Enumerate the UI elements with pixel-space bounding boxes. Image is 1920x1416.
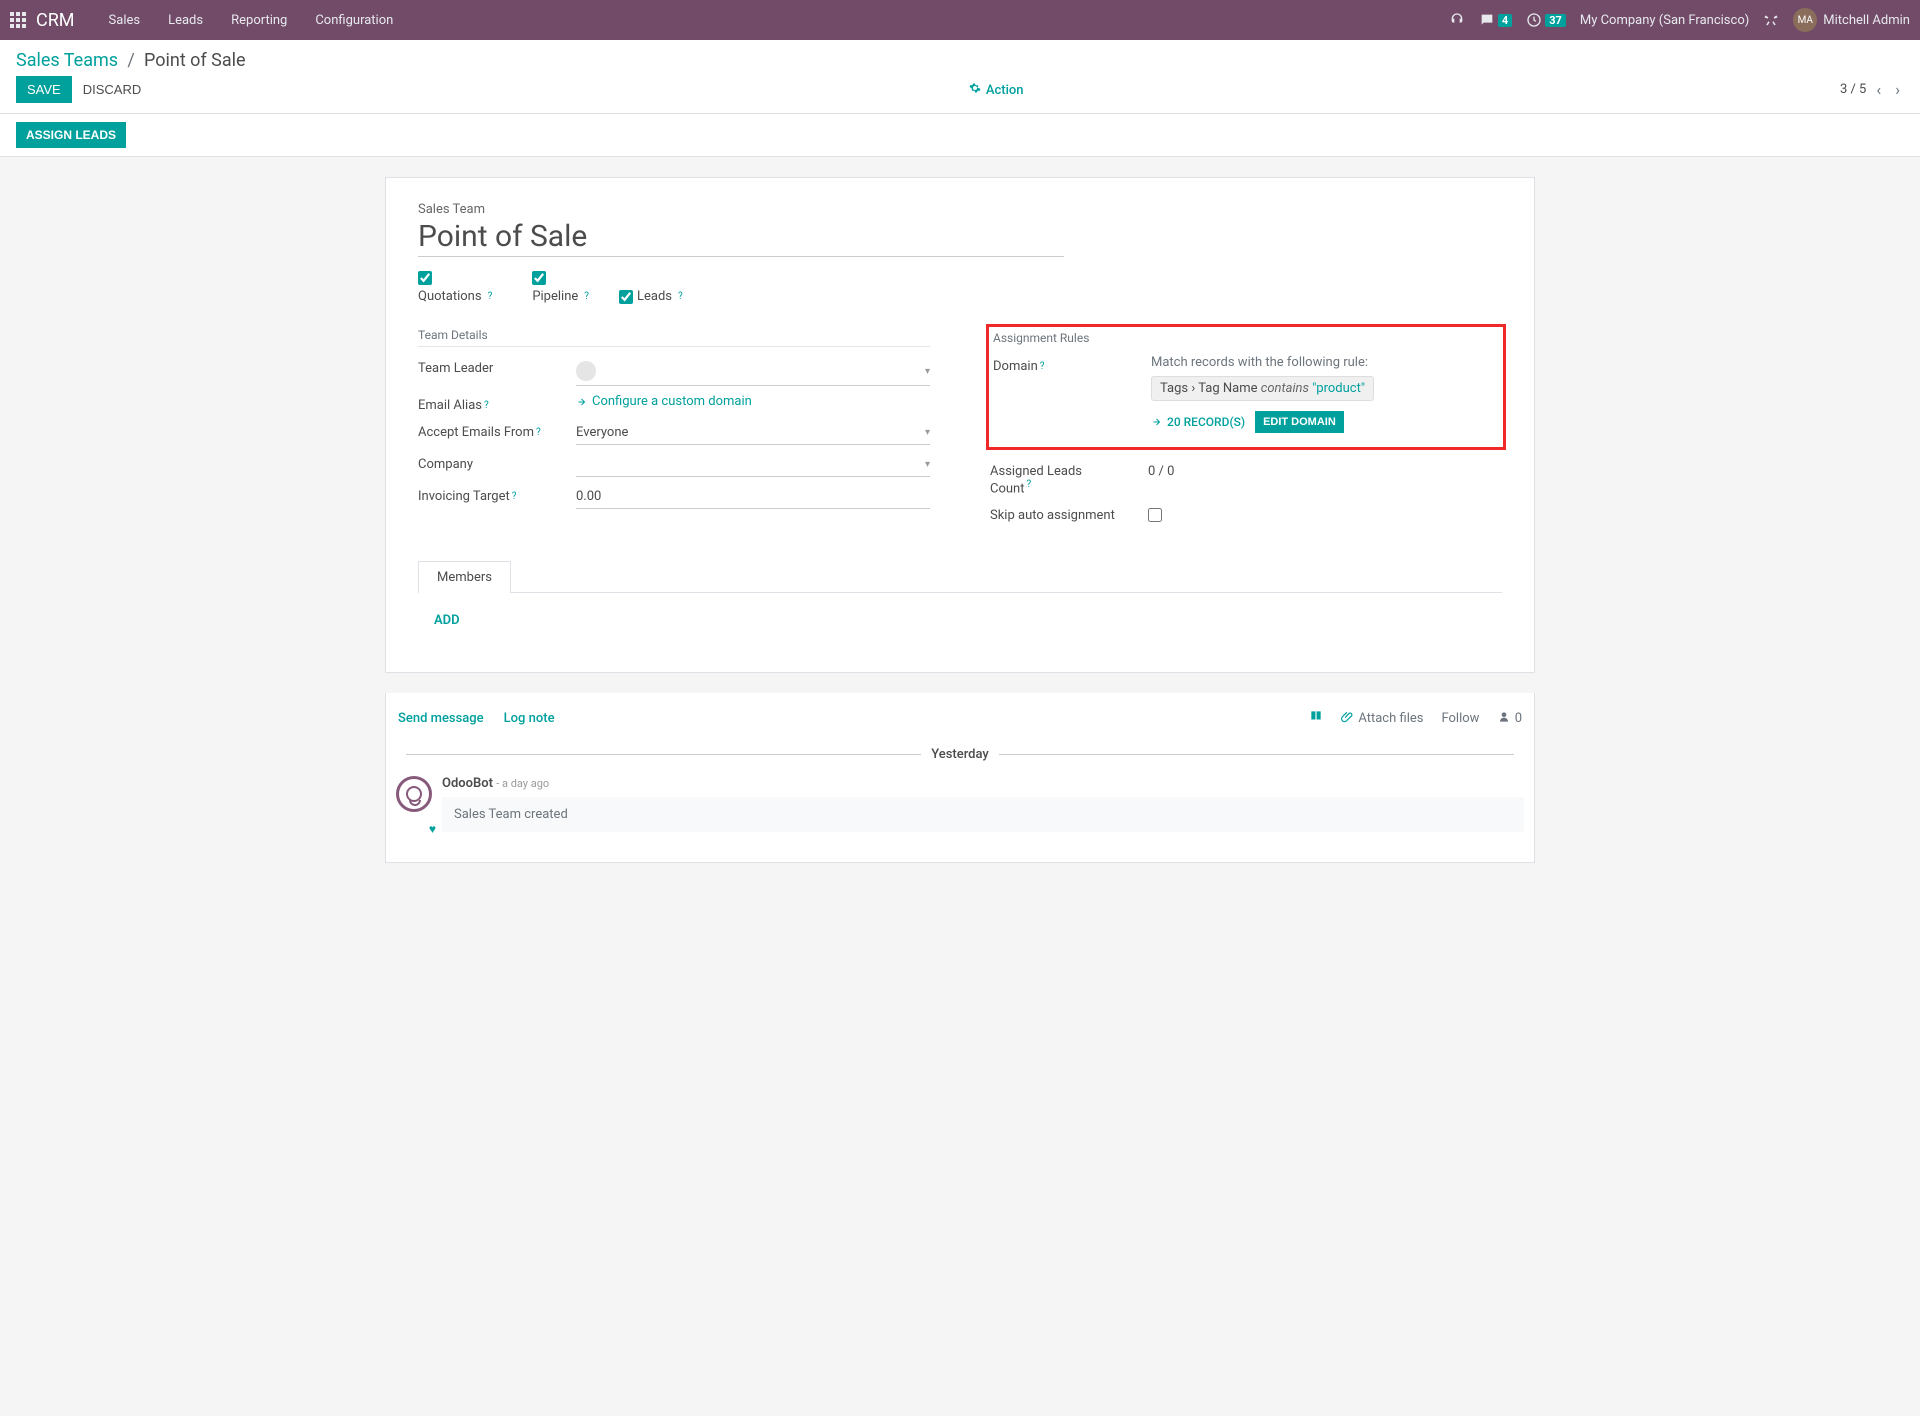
- discard-button[interactable]: Discard: [72, 76, 153, 103]
- breadcrumb-parent[interactable]: Sales Teams: [16, 50, 118, 71]
- team-details-title: Team Details: [418, 328, 930, 347]
- pager-text: 3 / 5: [1840, 82, 1866, 97]
- help-icon[interactable]: ?: [584, 291, 589, 302]
- user-name: Mitchell Admin: [1823, 13, 1910, 28]
- message-time: - a day ago: [496, 777, 549, 790]
- chatter: Send message Log note Attach files Follo…: [385, 693, 1535, 863]
- domain-value: "product": [1312, 381, 1365, 396]
- team-leader-label: Team Leader: [418, 361, 493, 376]
- help-icon[interactable]: ?: [484, 400, 489, 411]
- avatar-placeholder: [576, 361, 596, 381]
- title-label: Sales Team: [418, 202, 1502, 217]
- skip-auto-checkbox[interactable]: [1148, 508, 1162, 522]
- nav-configuration[interactable]: Configuration: [301, 3, 407, 38]
- nav-sales[interactable]: Sales: [95, 3, 155, 38]
- nav-menu: Sales Leads Reporting Configuration: [95, 3, 408, 38]
- top-navbar: CRM Sales Leads Reporting Configuration …: [0, 0, 1920, 40]
- action-dropdown[interactable]: Action: [969, 83, 1024, 98]
- leads-label: Leads: [637, 289, 672, 304]
- domain-operator: contains: [1261, 381, 1309, 396]
- tabs: Members ADD: [418, 560, 1502, 648]
- control-bar: Sales Teams / Point of Sale Save Discard…: [0, 40, 1920, 114]
- attach-files-button[interactable]: Attach files: [1341, 710, 1423, 726]
- invoicing-target-input[interactable]: [576, 485, 930, 509]
- company-label: Company: [418, 457, 473, 472]
- breadcrumb: Sales Teams / Point of Sale: [16, 50, 246, 71]
- pager: 3 / 5 ‹ ›: [1840, 80, 1904, 99]
- add-member-button[interactable]: ADD: [434, 613, 460, 628]
- nav-leads[interactable]: Leads: [154, 3, 217, 38]
- messages-icon[interactable]: 4: [1479, 12, 1512, 28]
- book-icon[interactable]: [1309, 709, 1323, 727]
- help-icon[interactable]: ?: [1026, 479, 1031, 490]
- help-icon[interactable]: ?: [488, 291, 493, 302]
- bot-avatar-icon: [396, 776, 432, 812]
- assign-leads-button[interactable]: Assign Leads: [16, 122, 126, 148]
- domain-rule-chip: Tags › Tag Name contains "product": [1151, 376, 1374, 401]
- records-count-link[interactable]: 20 RECORD(S): [1151, 415, 1245, 429]
- team-leader-select[interactable]: ▾: [576, 357, 930, 386]
- activities-icon[interactable]: 37: [1526, 12, 1566, 28]
- domain-label: Domain: [993, 359, 1038, 374]
- save-button[interactable]: Save: [16, 76, 72, 103]
- pipeline-checkbox[interactable]: [532, 271, 546, 285]
- send-message-button[interactable]: Send message: [398, 711, 484, 726]
- messages-badge: 4: [1498, 14, 1512, 27]
- status-bar: Assign Leads: [0, 114, 1920, 157]
- pager-prev-icon[interactable]: ‹: [1872, 80, 1885, 99]
- tab-members[interactable]: Members: [418, 561, 511, 593]
- sales-team-name-input[interactable]: [418, 217, 1064, 257]
- follow-button[interactable]: Follow: [1441, 711, 1479, 726]
- breadcrumb-sep: /: [127, 50, 134, 71]
- email-alias-label: Email Alias: [418, 398, 482, 413]
- chatter-date-separator: Yesterday: [931, 747, 989, 762]
- activities-badge: 37: [1545, 14, 1566, 27]
- highlight-box: Assignment Rules Domain? Match records w…: [986, 324, 1506, 450]
- brand-title[interactable]: CRM: [36, 10, 75, 31]
- domain-match-text: Match records with the following rule:: [1151, 355, 1499, 370]
- pipeline-label: Pipeline: [532, 289, 578, 304]
- company-select[interactable]: ▾: [576, 453, 930, 477]
- help-icon[interactable]: ?: [1040, 361, 1045, 372]
- followers-count[interactable]: 0: [1497, 710, 1522, 726]
- quotations-label: Quotations: [418, 289, 482, 304]
- chatter-message: ♥ OdooBot - a day ago Sales Team created: [396, 776, 1524, 832]
- skip-auto-label: Skip auto assignment: [990, 508, 1115, 523]
- help-icon[interactable]: ?: [512, 491, 517, 502]
- apps-icon[interactable]: [10, 12, 26, 28]
- help-icon[interactable]: ?: [536, 427, 541, 438]
- heart-icon: ♥: [429, 822, 436, 836]
- assigned-leads-label-1: Assigned Leads: [990, 464, 1082, 479]
- domain-path: Tags › Tag Name: [1160, 381, 1258, 396]
- pager-next-icon[interactable]: ›: [1891, 80, 1904, 99]
- log-note-button[interactable]: Log note: [504, 711, 555, 726]
- team-details-group: Team Details Team Leader ▾ Email Alias?: [418, 328, 930, 530]
- message-content: Sales Team created: [442, 797, 1524, 832]
- caret-down-icon: ▾: [925, 366, 930, 377]
- debug-icon[interactable]: [1763, 12, 1779, 28]
- message-author: OdooBot: [442, 776, 493, 791]
- accept-emails-label: Accept Emails From: [418, 425, 534, 440]
- user-menu[interactable]: MA Mitchell Admin: [1793, 8, 1910, 32]
- nav-reporting[interactable]: Reporting: [217, 3, 301, 38]
- quotations-checkbox[interactable]: [418, 271, 432, 285]
- assigned-leads-value: 0 / 0: [1148, 464, 1174, 479]
- support-icon[interactable]: [1449, 12, 1465, 28]
- caret-down-icon: ▾: [925, 427, 930, 438]
- edit-domain-button[interactable]: EDIT DOMAIN: [1255, 411, 1344, 433]
- leads-checkbox[interactable]: [619, 290, 633, 304]
- assignment-rules-title: Assignment Rules: [993, 331, 1499, 349]
- help-icon[interactable]: ?: [678, 291, 683, 302]
- user-avatar: MA: [1793, 8, 1817, 32]
- configure-domain-link[interactable]: Configure a custom domain: [576, 394, 930, 409]
- accept-emails-value: Everyone: [576, 425, 628, 440]
- form-sheet: Sales Team Quotations? Pipeline? Leads?: [385, 177, 1535, 673]
- accept-emails-select[interactable]: Everyone ▾: [576, 421, 930, 445]
- caret-down-icon: ▾: [925, 459, 930, 470]
- invoicing-target-label: Invoicing Target: [418, 489, 510, 504]
- breadcrumb-current: Point of Sale: [144, 50, 246, 71]
- assigned-leads-label-2: Count: [990, 481, 1024, 496]
- assignment-rules-group: Assignment Rules Domain? Match records w…: [990, 328, 1502, 530]
- company-switcher[interactable]: My Company (San Francisco): [1580, 13, 1749, 28]
